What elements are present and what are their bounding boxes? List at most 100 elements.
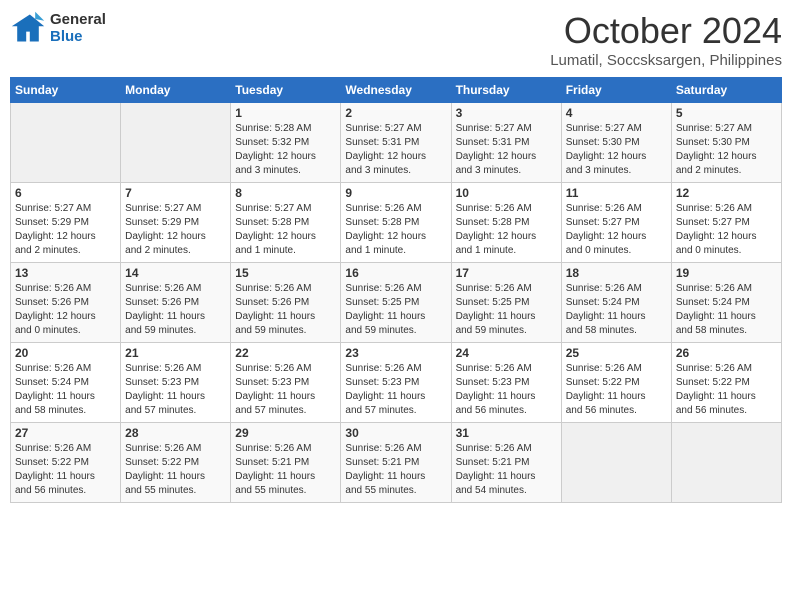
calendar-cell: 9 Sunrise: 5:26 AM Sunset: 5:28 PM Daylig… bbox=[341, 183, 451, 263]
calendar-cell bbox=[11, 103, 121, 183]
title-section: October 2024 Lumatil, Soccsksargen, Phil… bbox=[550, 10, 782, 69]
calendar-cell: 10Sunrise: 5:26 AM Sunset: 5:28 PM Dayli… bbox=[451, 183, 561, 263]
calendar-cell: 2Sunrise: 5:27 AM Sunset: 5:31 PM Daylig… bbox=[341, 103, 451, 183]
header-thursday: Thursday bbox=[451, 78, 561, 103]
location-title: Lumatil, Soccsksargen, Philippines bbox=[550, 52, 782, 69]
day-number: 7 bbox=[125, 186, 226, 200]
week-row-5: 27 Sunrise: 5:26 AM Sunset: 5:22 PM Dayli… bbox=[11, 423, 782, 503]
calendar-cell: 23 Sunrise: 5:26 AM Sunset: 5:23 PM Dayli… bbox=[341, 343, 451, 423]
day-number: 27 bbox=[15, 426, 116, 440]
day-info: Sunrise: 5:27 AM Sunset: 5:28 PM Dayligh… bbox=[235, 202, 336, 258]
calendar-cell: 12 Sunrise: 5:26 AM Sunset: 5:27 PM Dayli… bbox=[671, 183, 781, 263]
day-number: 8 bbox=[235, 186, 336, 200]
day-info: Sunrise: 5:26 AM Sunset: 5:22 PM Dayligh… bbox=[15, 442, 116, 498]
calendar-cell: 13 Sunrise: 5:26 AM Sunset: 5:26 PM Dayli… bbox=[11, 263, 121, 343]
day-number: 9 bbox=[345, 186, 446, 200]
week-row-1: 1Sunrise: 5:28 AM Sunset: 5:32 PM Daylig… bbox=[11, 103, 782, 183]
day-info: Sunrise: 5:26 AM Sunset: 5:23 PM Dayligh… bbox=[456, 362, 557, 418]
day-info: Sunrise: 5:27 AM Sunset: 5:31 PM Dayligh… bbox=[456, 122, 557, 178]
day-info: Sunrise: 5:26 AM Sunset: 5:24 PM Dayligh… bbox=[566, 282, 667, 338]
calendar-cell: 19 Sunrise: 5:26 AM Sunset: 5:24 PM Dayli… bbox=[671, 263, 781, 343]
day-info: Sunrise: 5:26 AM Sunset: 5:24 PM Dayligh… bbox=[676, 282, 777, 338]
day-info: Sunrise: 5:26 AM Sunset: 5:24 PM Dayligh… bbox=[15, 362, 116, 418]
day-info: Sunrise: 5:26 AM Sunset: 5:23 PM Dayligh… bbox=[235, 362, 336, 418]
day-info: Sunrise: 5:26 AM Sunset: 5:26 PM Dayligh… bbox=[235, 282, 336, 338]
calendar-cell: 27 Sunrise: 5:26 AM Sunset: 5:22 PM Dayli… bbox=[11, 423, 121, 503]
calendar-cell: 3 Sunrise: 5:27 AM Sunset: 5:31 PM Daylig… bbox=[451, 103, 561, 183]
calendar-cell: 21 Sunrise: 5:26 AM Sunset: 5:23 PM Dayli… bbox=[121, 343, 231, 423]
day-info: Sunrise: 5:27 AM Sunset: 5:30 PM Dayligh… bbox=[566, 122, 667, 178]
calendar-cell: 6Sunrise: 5:27 AM Sunset: 5:29 PM Daylig… bbox=[11, 183, 121, 263]
page-header: General Blue October 2024 Lumatil, Soccs… bbox=[10, 10, 782, 69]
calendar-cell: 4Sunrise: 5:27 AM Sunset: 5:30 PM Daylig… bbox=[561, 103, 671, 183]
week-row-4: 20 Sunrise: 5:26 AM Sunset: 5:24 PM Dayli… bbox=[11, 343, 782, 423]
calendar-cell: 16 Sunrise: 5:26 AM Sunset: 5:25 PM Dayli… bbox=[341, 263, 451, 343]
day-number: 20 bbox=[15, 346, 116, 360]
day-number: 11 bbox=[566, 186, 667, 200]
day-number: 29 bbox=[235, 426, 336, 440]
calendar-cell bbox=[121, 103, 231, 183]
calendar-cell bbox=[671, 423, 781, 503]
month-title: October 2024 bbox=[550, 10, 782, 52]
calendar-cell: 5Sunrise: 5:27 AM Sunset: 5:30 PM Daylig… bbox=[671, 103, 781, 183]
day-number: 17 bbox=[456, 266, 557, 280]
calendar-cell: 26Sunrise: 5:26 AM Sunset: 5:22 PM Dayli… bbox=[671, 343, 781, 423]
header-wednesday: Wednesday bbox=[341, 78, 451, 103]
day-info: Sunrise: 5:26 AM Sunset: 5:21 PM Dayligh… bbox=[235, 442, 336, 498]
calendar-cell: 22 Sunrise: 5:26 AM Sunset: 5:23 PM Dayli… bbox=[231, 343, 341, 423]
week-row-2: 6 Sunrise: 5:27 AM Sunset: 5:29 PM Daylig… bbox=[11, 183, 782, 263]
calendar-cell: 15 Sunrise: 5:26 AM Sunset: 5:26 PM Dayli… bbox=[231, 263, 341, 343]
header-friday: Friday bbox=[561, 78, 671, 103]
day-number: 12 bbox=[676, 186, 777, 200]
calendar-cell: 24Sunrise: 5:26 AM Sunset: 5:23 PM Dayli… bbox=[451, 343, 561, 423]
logo-icon bbox=[10, 10, 46, 46]
week-row-3: 13 Sunrise: 5:26 AM Sunset: 5:26 PM Dayli… bbox=[11, 263, 782, 343]
day-number: 23 bbox=[345, 346, 446, 360]
calendar-table: SundayMondayTuesdayWednesdayThursdayFrid… bbox=[10, 77, 782, 503]
day-info: Sunrise: 5:26 AM Sunset: 5:27 PM Dayligh… bbox=[676, 202, 777, 258]
day-info: Sunrise: 5:26 AM Sunset: 5:28 PM Dayligh… bbox=[456, 202, 557, 258]
calendar-cell: 8 Sunrise: 5:27 AM Sunset: 5:28 PM Daylig… bbox=[231, 183, 341, 263]
calendar-cell: 31 Sunrise: 5:26 AM Sunset: 5:21 PM Dayli… bbox=[451, 423, 561, 503]
header-monday: Monday bbox=[121, 78, 231, 103]
calendar-cell: 7 Sunrise: 5:27 AM Sunset: 5:29 PM Daylig… bbox=[121, 183, 231, 263]
header-sunday: Sunday bbox=[11, 78, 121, 103]
day-number: 30 bbox=[345, 426, 446, 440]
day-number: 13 bbox=[15, 266, 116, 280]
day-number: 25 bbox=[566, 346, 667, 360]
day-info: Sunrise: 5:26 AM Sunset: 5:28 PM Dayligh… bbox=[345, 202, 446, 258]
calendar-cell: 25 Sunrise: 5:26 AM Sunset: 5:22 PM Dayli… bbox=[561, 343, 671, 423]
day-info: Sunrise: 5:27 AM Sunset: 5:31 PM Dayligh… bbox=[345, 122, 446, 178]
logo: General Blue bbox=[10, 10, 106, 46]
day-info: Sunrise: 5:26 AM Sunset: 5:26 PM Dayligh… bbox=[15, 282, 116, 338]
day-number: 3 bbox=[456, 106, 557, 120]
header-tuesday: Tuesday bbox=[231, 78, 341, 103]
day-number: 26 bbox=[676, 346, 777, 360]
day-info: Sunrise: 5:27 AM Sunset: 5:29 PM Dayligh… bbox=[125, 202, 226, 258]
calendar-cell: 30 Sunrise: 5:26 AM Sunset: 5:21 PM Dayli… bbox=[341, 423, 451, 503]
day-number: 1 bbox=[235, 106, 336, 120]
calendar-cell: 18Sunrise: 5:26 AM Sunset: 5:24 PM Dayli… bbox=[561, 263, 671, 343]
calendar-cell: 17Sunrise: 5:26 AM Sunset: 5:25 PM Dayli… bbox=[451, 263, 561, 343]
day-info: Sunrise: 5:26 AM Sunset: 5:25 PM Dayligh… bbox=[345, 282, 446, 338]
day-number: 6 bbox=[15, 186, 116, 200]
day-info: Sunrise: 5:26 AM Sunset: 5:21 PM Dayligh… bbox=[345, 442, 446, 498]
day-number: 5 bbox=[676, 106, 777, 120]
day-number: 15 bbox=[235, 266, 336, 280]
calendar-cell bbox=[561, 423, 671, 503]
day-number: 19 bbox=[676, 266, 777, 280]
calendar-cell: 14 Sunrise: 5:26 AM Sunset: 5:26 PM Dayli… bbox=[121, 263, 231, 343]
day-info: Sunrise: 5:26 AM Sunset: 5:21 PM Dayligh… bbox=[456, 442, 557, 498]
day-number: 28 bbox=[125, 426, 226, 440]
day-info: Sunrise: 5:26 AM Sunset: 5:23 PM Dayligh… bbox=[125, 362, 226, 418]
calendar-cell: 28Sunrise: 5:26 AM Sunset: 5:22 PM Dayli… bbox=[121, 423, 231, 503]
day-info: Sunrise: 5:26 AM Sunset: 5:23 PM Dayligh… bbox=[345, 362, 446, 418]
day-number: 22 bbox=[235, 346, 336, 360]
day-number: 21 bbox=[125, 346, 226, 360]
day-number: 14 bbox=[125, 266, 226, 280]
day-info: Sunrise: 5:26 AM Sunset: 5:26 PM Dayligh… bbox=[125, 282, 226, 338]
day-number: 31 bbox=[456, 426, 557, 440]
day-number: 16 bbox=[345, 266, 446, 280]
day-info: Sunrise: 5:26 AM Sunset: 5:22 PM Dayligh… bbox=[566, 362, 667, 418]
calendar-cell: 20 Sunrise: 5:26 AM Sunset: 5:24 PM Dayli… bbox=[11, 343, 121, 423]
